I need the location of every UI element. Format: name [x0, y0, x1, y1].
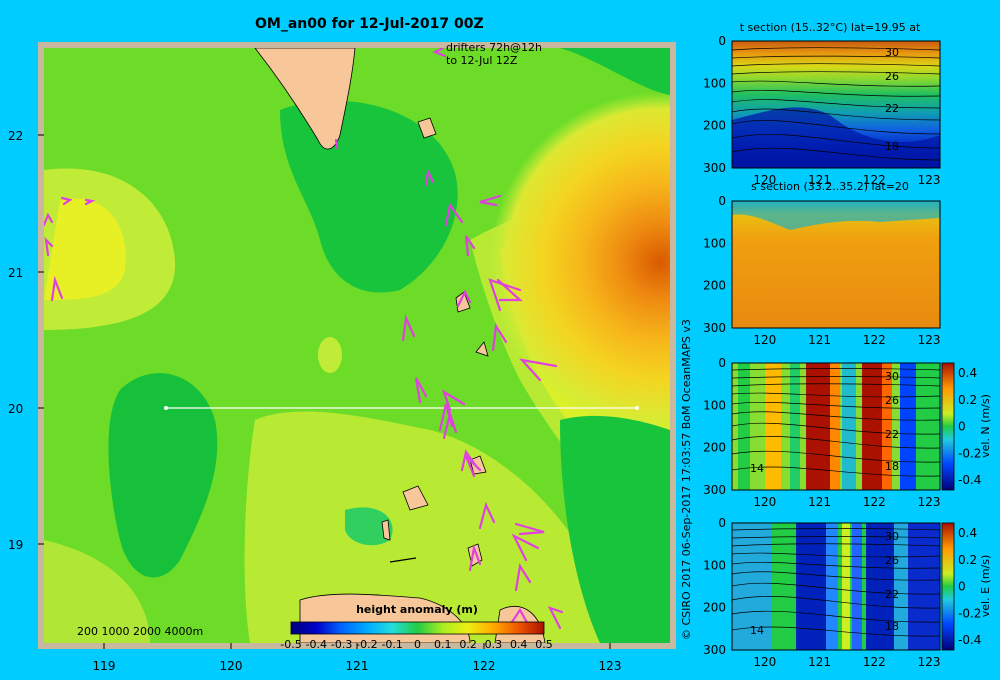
vel-colorbar-tick-label: -0.4 — [958, 473, 981, 487]
section-panels: t section (15..32°C) lat=19.95 at 30 26 … — [703, 21, 992, 669]
contour-label: 26 — [885, 554, 899, 567]
panel-x-tick-label: 123 — [918, 655, 941, 669]
contour-label: 14 — [750, 624, 764, 637]
map-x-tick: 123 — [599, 659, 622, 673]
drifter-label-2: to 12-Jul 12Z — [446, 54, 518, 67]
contour-label: 18 — [885, 620, 899, 633]
panel-y-tick-label: 200 — [703, 601, 726, 615]
contour-label: 22 — [885, 102, 899, 115]
colorbar-tick-label: -0.2 — [356, 638, 377, 651]
panel-y-tick-label: 100 — [703, 76, 726, 90]
colorbar-tick-label: 0.1 — [434, 638, 452, 651]
colorbar-tick-label: 0.2 — [459, 638, 477, 651]
contour-label: 18 — [885, 460, 899, 473]
drifter-label-1: drifters 72h@12h — [446, 41, 542, 54]
panel-y-tick-label: 200 — [703, 279, 726, 293]
panel-x-tick-label: 120 — [753, 173, 776, 187]
vel-colorbar-tick-label: 0.2 — [958, 553, 977, 567]
contour-label: 18 — [885, 140, 899, 153]
panel-x-tick-label: 121 — [808, 173, 831, 187]
panel-x-tick-label: 122 — [863, 655, 886, 669]
panel-y-tick-label: 100 — [703, 558, 726, 572]
panel-y-tick-label: 0 — [718, 34, 726, 48]
t-section-title: t section (15..32°C) lat=19.95 at — [740, 21, 921, 34]
t-section-plot: 30 26 22 18 — [731, 40, 941, 169]
contour-label: 26 — [885, 394, 899, 407]
panel-y-tick-label: 200 — [703, 441, 726, 455]
panel-y-tick-label: 100 — [703, 236, 726, 250]
panel-x-tick-label: 123 — [918, 173, 941, 187]
contour-label: 30 — [885, 46, 899, 59]
map-x-tick: 122 — [473, 659, 496, 673]
map-x-tick: 119 — [93, 659, 116, 673]
panel-x-tick-label: 121 — [808, 495, 831, 509]
colorbar-tick-label: -0.4 — [306, 638, 327, 651]
panel-x-tick-label: 121 — [808, 333, 831, 347]
panel-y-tick-label: 300 — [703, 161, 726, 175]
vel-colorbar-tick-label: -0.2 — [958, 606, 981, 620]
panel-y-tick-label: 300 — [703, 321, 726, 335]
map-x-ticks: 119 120 121 122 123 — [93, 659, 622, 673]
panel-y-tick-label: 0 — [718, 516, 726, 530]
ve-colorbar — [941, 522, 955, 651]
colorbar-tick-label: 0 — [414, 638, 421, 651]
colorbar — [290, 621, 545, 635]
panel-y-tick-label: 200 — [703, 119, 726, 133]
depth-legend: 200 1000 2000 4000m — [77, 625, 203, 638]
vel-colorbar-tick-label: -0.4 — [958, 633, 981, 647]
colorbar-tick-label: 0.3 — [485, 638, 503, 651]
vel-colorbar-tick-label: 0.4 — [958, 526, 977, 540]
panel-x-tick-label: 122 — [863, 495, 886, 509]
panel-x-tick-label: 120 — [753, 655, 776, 669]
panel-x-tick-label: 120 — [753, 333, 776, 347]
vel-colorbar-tick-label: 0.2 — [958, 393, 977, 407]
contour-label: 30 — [885, 370, 899, 383]
panel-x-tick-label: 122 — [863, 333, 886, 347]
vel-colorbar-tick-label: 0 — [958, 420, 966, 434]
map-x-tick: 121 — [346, 659, 369, 673]
map-y-tick: 21 — [8, 266, 23, 280]
colorbar-tick-label: 0.4 — [510, 638, 528, 651]
vel-colorbar-tick-label: -0.2 — [958, 446, 981, 460]
panel-x-tick-label: 123 — [918, 333, 941, 347]
vel-colorbar-tick-label: 0 — [958, 580, 966, 594]
panel-y-tick-label: 0 — [718, 356, 726, 370]
contour-label: 30 — [885, 530, 899, 543]
vn-section-plot: 30 26 22 18 14 — [731, 362, 955, 491]
map-x-tick: 120 — [220, 659, 243, 673]
colorbar-tick-label: -0.5 — [280, 638, 301, 651]
contour-label: 22 — [885, 588, 899, 601]
panel-y-tick-label: 0 — [718, 194, 726, 208]
map-y-tick: 20 — [8, 402, 23, 416]
ve-section-plot: 30 26 22 18 14 — [731, 522, 955, 651]
panel-y-tick-label: 300 — [703, 643, 726, 657]
s-section-plot — [731, 200, 941, 329]
panel-y-tick-label: 100 — [703, 398, 726, 412]
colorbar-title: height anomaly (m) — [356, 603, 478, 616]
vn-colorbar — [941, 362, 955, 491]
contour-label: 26 — [885, 70, 899, 83]
map-field — [44, 48, 670, 643]
map-y-tick: 22 — [8, 129, 23, 143]
panel-x-tick-label: 120 — [753, 495, 776, 509]
colorbar-ticks: -0.5 -0.4 -0.3 -0.2 -0.1 0 0.1 0.2 0.3 0.4 0.5 — [280, 638, 552, 651]
contour-label: 22 — [885, 428, 899, 441]
contour-label: 14 — [750, 462, 764, 475]
colorbar-tick-label: -0.3 — [331, 638, 352, 651]
height-anomaly-map: drifters 72h@12h to 12-Jul 12Z 200 1000 … — [8, 41, 676, 673]
colorbar-tick-label: 0.5 — [535, 638, 553, 651]
vel-colorbar-tick-label: 0.4 — [958, 366, 977, 380]
panel-x-tick-label: 123 — [918, 495, 941, 509]
panel-y-tick-label: 300 — [703, 483, 726, 497]
map-y-ticks: 22 21 20 19 — [8, 129, 23, 552]
panel-x-tick-label: 121 — [808, 655, 831, 669]
colorbar-tick-label: -0.1 — [381, 638, 402, 651]
panel-x-tick-label: 122 — [863, 173, 886, 187]
map-y-tick: 19 — [8, 538, 23, 552]
